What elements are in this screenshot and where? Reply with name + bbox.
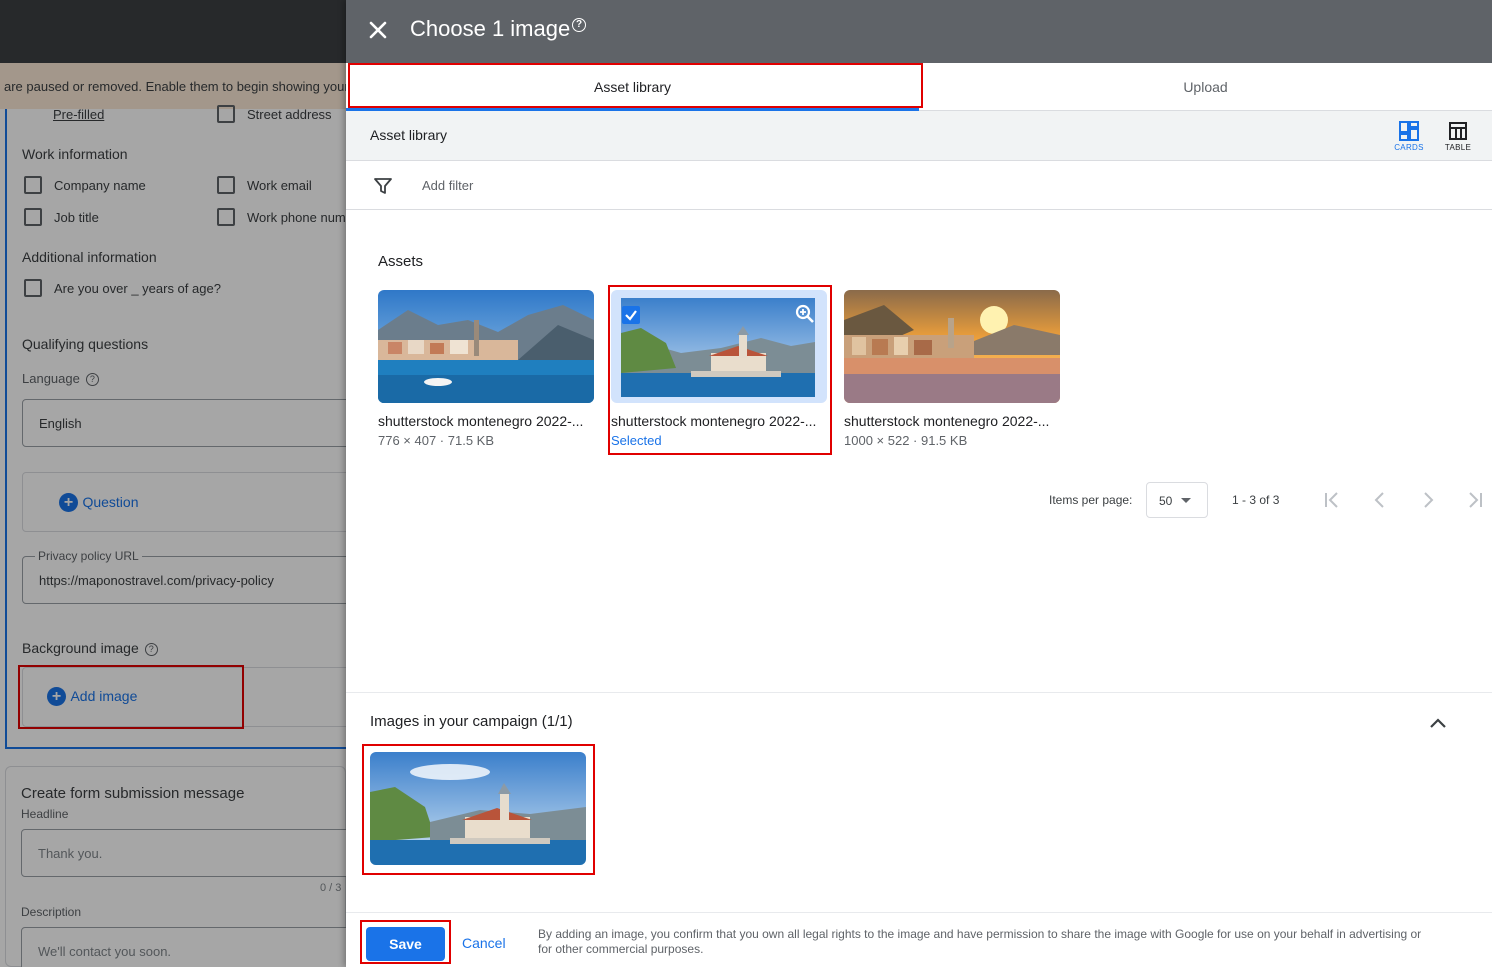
- save-button[interactable]: Save: [366, 927, 445, 961]
- assets-heading: Assets: [378, 253, 424, 270]
- library-toolbar: Asset library CARDS TABLE: [346, 111, 1492, 161]
- checkbox-checked-icon[interactable]: [622, 306, 640, 324]
- asset-thumbnail[interactable]: [844, 290, 1060, 403]
- campaign-images-section: Images in your campaign (1/1): [346, 692, 1492, 912]
- asset-thumbnail[interactable]: [611, 290, 827, 403]
- table-icon: [1449, 122, 1467, 140]
- close-icon[interactable]: [368, 18, 388, 44]
- modal-overlay[interactable]: [0, 0, 346, 967]
- dialog-header: Choose 1 image ?: [346, 0, 1492, 63]
- dialog-title: Choose 1 image: [410, 16, 571, 41]
- choose-image-dialog: Choose 1 image ? Asset library Upload As…: [346, 0, 1492, 967]
- asset-meta: 776 × 407 · 71.5 KB: [378, 433, 495, 448]
- asset-name: shutterstock montenegro 2022-...: [844, 413, 1050, 429]
- cancel-button[interactable]: Cancel: [462, 935, 506, 951]
- filter-bar: Add filter: [346, 161, 1492, 210]
- asset-thumbnail[interactable]: [378, 290, 594, 403]
- tab-asset-library[interactable]: Asset library: [346, 63, 919, 111]
- pagination: Items per page: 50 1 - 3 of 3: [346, 482, 1492, 518]
- asset-name: shutterstock montenegro 2022-...: [611, 413, 817, 429]
- dropdown-arrow-icon: [1181, 498, 1191, 503]
- library-title: Asset library: [370, 127, 448, 143]
- tab-bar: Asset library Upload: [346, 63, 1492, 111]
- next-page-icon[interactable]: [1416, 488, 1440, 512]
- table-view-button[interactable]: TABLE: [1438, 119, 1478, 155]
- consent-text: By adding an image, you confirm that you…: [538, 927, 1422, 956]
- page-range: 1 - 3 of 3: [1232, 493, 1280, 507]
- zoom-in-icon[interactable]: [795, 304, 815, 324]
- dialog-footer: Save Cancel By adding an image, you conf…: [346, 912, 1492, 967]
- chevron-up-icon[interactable]: [1428, 713, 1448, 733]
- campaign-images-heading: Images in your campaign (1/1): [370, 713, 573, 730]
- items-per-page-label: Items per page:: [1049, 493, 1133, 507]
- add-filter-button[interactable]: Add filter: [422, 178, 473, 193]
- previous-page-icon[interactable]: [1368, 488, 1392, 512]
- cards-view-button[interactable]: CARDS: [1389, 119, 1429, 155]
- cards-icon: [1399, 121, 1419, 141]
- filter-icon[interactable]: [374, 177, 392, 195]
- asset-meta: 1000 × 522 · 91.5 KB: [844, 433, 968, 448]
- campaign-image-thumbnail[interactable]: [370, 752, 586, 865]
- items-per-page-select[interactable]: 50: [1146, 482, 1208, 518]
- tab-upload[interactable]: Upload: [919, 63, 1492, 111]
- help-icon[interactable]: ?: [572, 18, 586, 32]
- asset-selected-status: Selected: [611, 433, 662, 448]
- last-page-icon[interactable]: [1463, 488, 1487, 512]
- asset-name: shutterstock montenegro 2022-...: [378, 413, 584, 429]
- first-page-icon[interactable]: [1320, 488, 1344, 512]
